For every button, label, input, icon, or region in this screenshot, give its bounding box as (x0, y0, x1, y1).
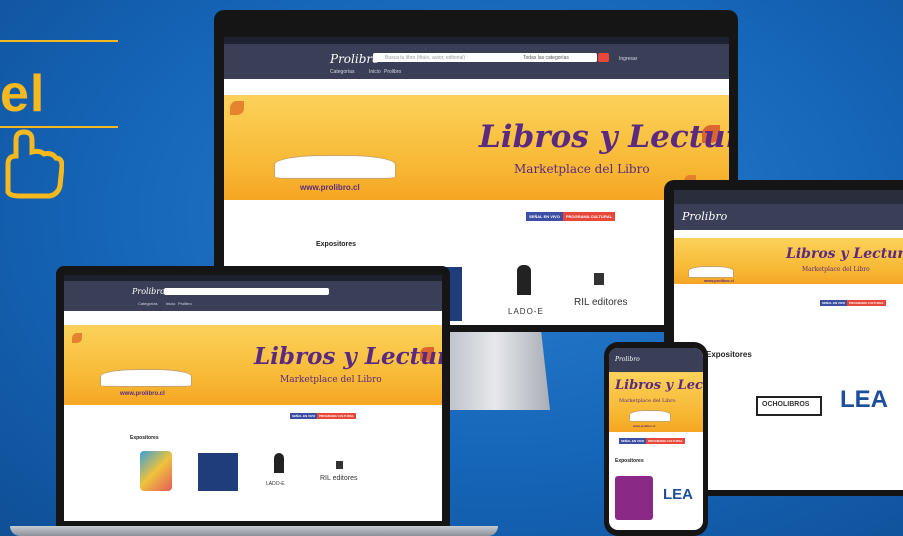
exhibitor-logo-text: RIL editores (320, 475, 358, 482)
laptop: Prolibro Categorías Inicio Prolibro Libr… (56, 266, 450, 526)
categories-menu[interactable]: Categorías (330, 69, 354, 75)
pointing-hand-icon (5, 129, 64, 199)
live-badges: SEÑAL EN VIVO PROGRAMA CULTURAL (820, 300, 886, 306)
exhibitor-logo-text: LEA (840, 386, 888, 413)
hero-banner[interactable]: Libros y Lecturas Marketplace del Libro … (224, 95, 729, 200)
nav-inicio[interactable]: Inicio (369, 69, 381, 75)
banner-title: Libros y Lecturas (786, 246, 903, 262)
cultural-program-badge[interactable]: PROGRAMA CULTURAL (646, 438, 685, 444)
exhibitor-card[interactable]: LADO-E (264, 453, 294, 491)
search-placeholder: Busca tu libro (título, autor, editorial… (385, 55, 466, 61)
exhibitor-logo-text: OCHOLIBROS (762, 401, 810, 408)
exhibitor-card[interactable] (198, 453, 238, 491)
logo[interactable]: Prolibro (615, 356, 640, 363)
live-badges: SEÑAL EN VIVO PROGRAMA CULTURAL (526, 212, 616, 221)
exhibitor-card[interactable]: RIL editores (572, 273, 642, 313)
decor-partial-word: el (0, 65, 46, 123)
live-signal-badge[interactable]: SEÑAL EN VIVO (526, 212, 563, 221)
exhibitor-card[interactable]: LADO-E (504, 265, 544, 321)
tablet-screen: Prolibro Libros y Lecturas Marketplace d… (674, 190, 903, 490)
banner-url[interactable]: www.prolibro.cl (704, 278, 734, 283)
tablet-header: Prolibro (674, 204, 903, 230)
exhibitor-logo-text: RIL editores (574, 297, 628, 308)
tablet-browser-bar (674, 190, 903, 204)
logo[interactable]: Prolibro (330, 52, 379, 66)
banner-subtitle: Marketplace del Libro (280, 375, 382, 385)
banner-title: Libros y Lecturas (615, 378, 703, 393)
nav-prolibro[interactable]: Prolibro (178, 301, 192, 306)
exhibitor-logo-text: LADO-E (266, 481, 285, 487)
live-badges: SEÑAL EN VIVO PROGRAMA CULTURAL (619, 438, 685, 444)
exhibitors-heading: Expositores (130, 435, 159, 441)
exhibitor-card[interactable]: OCHOLIBROS (756, 396, 822, 416)
exhibitor-card[interactable]: LEA (659, 486, 699, 508)
exhibitor-card[interactable]: RIL editores (320, 461, 370, 487)
banner-url[interactable]: www.prolibro.cl (300, 183, 360, 192)
exhibitors-heading: Expositores (615, 458, 644, 464)
desktop-header: Prolibro Busca tu libro (título, autor, … (224, 44, 729, 79)
laptop-screen: Prolibro Categorías Inicio Prolibro Libr… (64, 275, 442, 521)
banner-url[interactable]: www.prolibro.cl (633, 424, 655, 428)
categories-menu[interactable]: Categorías (138, 301, 158, 306)
hero-banner[interactable]: Libros y Lecturas Marketplace del Libro … (674, 238, 903, 284)
exhibitor-card[interactable] (140, 451, 172, 491)
monitor-stand (440, 332, 550, 410)
open-book-illustration (100, 369, 192, 387)
search-button[interactable] (598, 53, 609, 62)
phone-header: Prolibro (609, 348, 703, 372)
laptop-base (10, 526, 498, 536)
exhibitors-heading: Expositores (316, 241, 357, 248)
nav-inicio[interactable]: Inicio (166, 301, 175, 306)
live-badges: SEÑAL EN VIVO PROGRAMA CULTURAL (290, 413, 356, 419)
exhibitor-card[interactable] (615, 476, 653, 520)
exhibitors-heading: Expositores (706, 350, 752, 359)
cultural-program-badge[interactable]: PROGRAMA CULTURAL (562, 212, 616, 221)
live-signal-badge[interactable]: SEÑAL EN VIVO (820, 300, 848, 306)
live-signal-badge[interactable]: SEÑAL EN VIVO (290, 413, 318, 419)
phone-screen: Prolibro Libros y Lecturas Marketplace d… (609, 348, 703, 530)
open-book-illustration (274, 155, 396, 179)
search-input[interactable] (164, 288, 329, 295)
banner-subtitle: Marketplace del Libro (514, 162, 650, 176)
logo[interactable]: Prolibro (682, 210, 727, 223)
category-select[interactable]: Todas las categorías (523, 55, 569, 61)
search-input[interactable]: Busca tu libro (título, autor, editorial… (373, 53, 597, 62)
banner-url[interactable]: www.prolibro.cl (120, 391, 165, 397)
exhibitor-logo-text: LEA (663, 486, 693, 503)
account-link[interactable]: Ingresar (619, 56, 637, 62)
banner-subtitle: Marketplace del Libro (802, 266, 870, 273)
banner-subtitle: Marketplace del Libro (619, 398, 676, 404)
decor-line-top (0, 40, 118, 42)
desktop-menubar (224, 37, 729, 44)
open-book-illustration (688, 266, 734, 278)
hero-banner[interactable]: Libros y Lecturas Marketplace del Libro … (64, 325, 442, 405)
cultural-program-badge[interactable]: PROGRAMA CULTURAL (317, 413, 356, 419)
laptop-header: Prolibro Categorías Inicio Prolibro (64, 281, 442, 311)
banner-title: Libros y Lecturas (479, 119, 729, 155)
phone: Prolibro Libros y Lecturas Marketplace d… (604, 342, 708, 536)
nav-prolibro[interactable]: Prolibro (384, 69, 401, 75)
exhibitor-card[interactable]: LEA (826, 386, 900, 418)
exhibitor-logo-text: LADO-E (508, 307, 544, 316)
cultural-program-badge[interactable]: PROGRAMA CULTURAL (847, 300, 886, 306)
hero-banner[interactable]: Libros y Lecturas Marketplace del Libro … (609, 372, 703, 432)
live-signal-badge[interactable]: SEÑAL EN VIVO (619, 438, 647, 444)
banner-title: Libros y Lecturas (254, 343, 442, 370)
logo[interactable]: Prolibro (132, 287, 165, 296)
open-book-illustration (629, 410, 671, 422)
